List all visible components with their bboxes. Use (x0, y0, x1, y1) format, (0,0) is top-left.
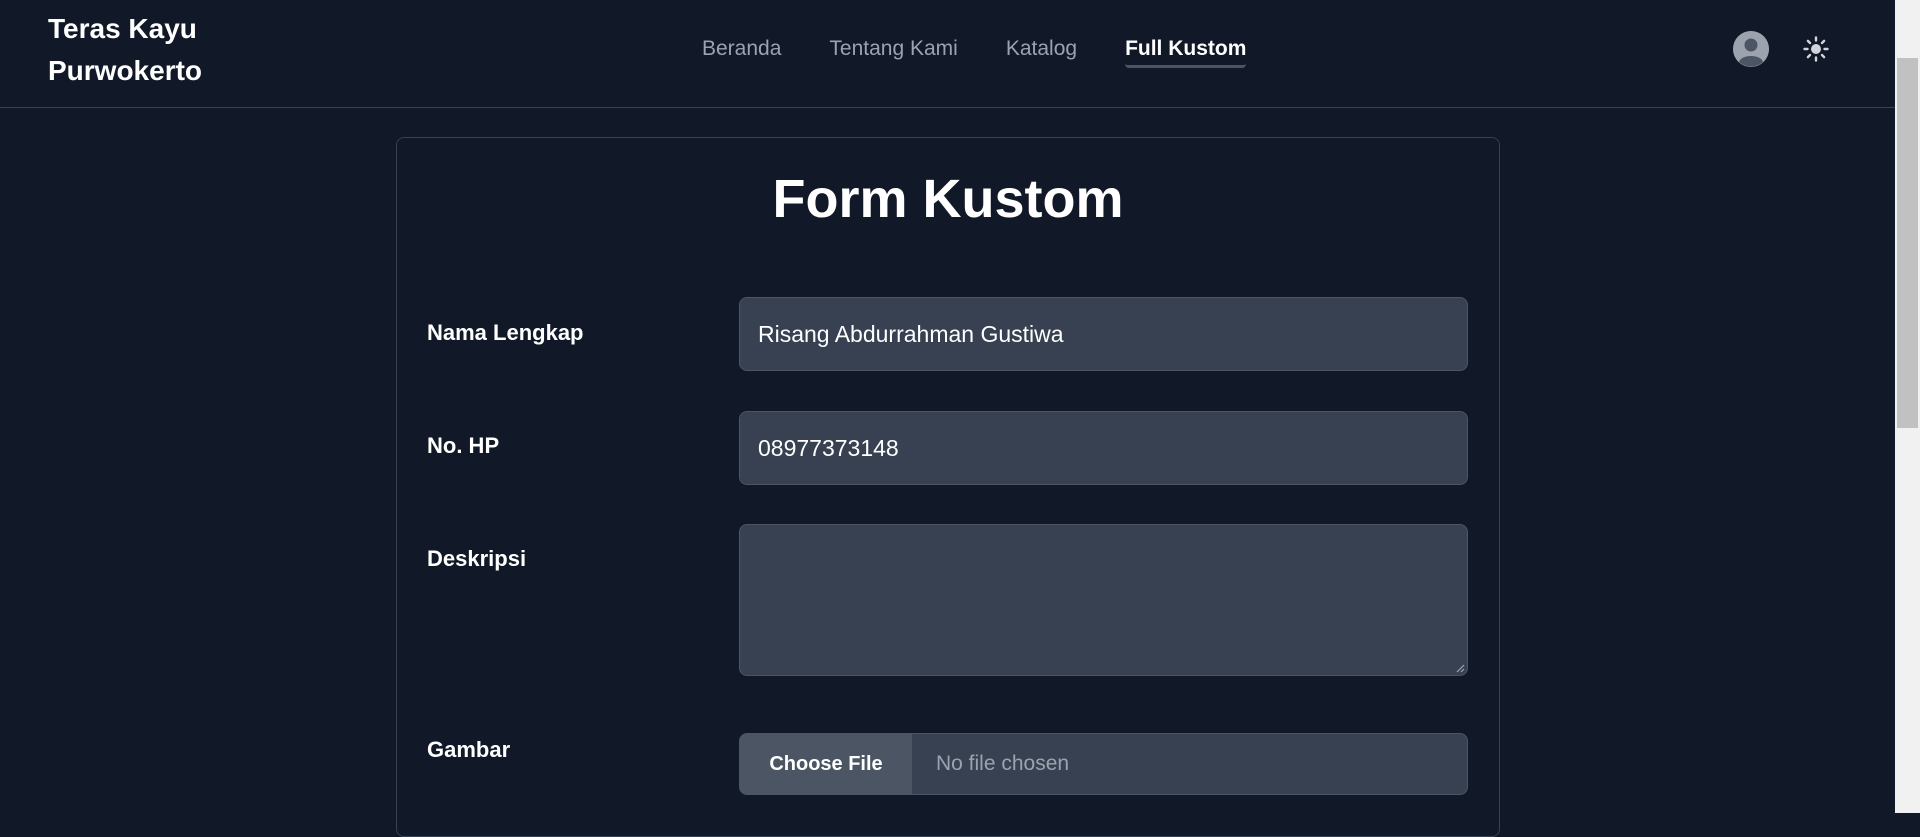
no-hp-input[interactable] (739, 411, 1468, 485)
nav-item-beranda[interactable]: Beranda (702, 34, 781, 68)
deskripsi-textarea[interactable] (739, 524, 1468, 676)
form-title: Form Kustom (772, 169, 1124, 229)
no-hp-label: No. HP (427, 433, 500, 458)
sun-icon[interactable] (1802, 35, 1830, 63)
nav-item-katalog[interactable]: Katalog (1006, 34, 1077, 68)
gambar-file-input[interactable]: Choose File No file chosen (739, 733, 1468, 795)
deskripsi-label: Deskripsi (427, 546, 527, 571)
nama-lengkap-label: Nama Lengkap (427, 320, 584, 345)
page-scrollbar[interactable] (1895, 0, 1920, 813)
resize-handle-icon[interactable] (1455, 663, 1465, 673)
choose-file-button[interactable]: Choose File (740, 734, 912, 794)
file-status-text: No file chosen (936, 752, 1070, 775)
scrollbar-thumb[interactable] (1897, 58, 1918, 428)
nav-item-tentang-kami[interactable]: Tentang Kami (829, 34, 957, 68)
brand-logo-text[interactable]: Teras Kayu Purwokerto (48, 8, 268, 92)
gambar-label: Gambar (427, 737, 511, 762)
nama-lengkap-input[interactable] (739, 297, 1468, 371)
site-header: Teras Kayu Purwokerto Beranda Tentang Ka… (0, 0, 1895, 108)
user-avatar-icon[interactable] (1733, 31, 1769, 67)
nav-item-full-kustom[interactable]: Full Kustom (1125, 34, 1247, 68)
custom-form-card: Form Kustom Nama Lengkap No. HP Deskrips… (396, 137, 1500, 837)
main-nav: Beranda Tentang Kami Katalog Full Kustom (702, 34, 1294, 68)
